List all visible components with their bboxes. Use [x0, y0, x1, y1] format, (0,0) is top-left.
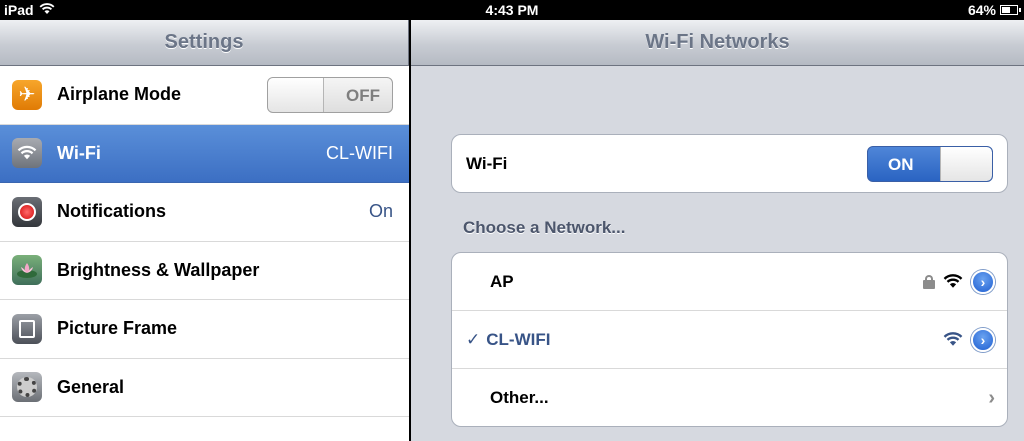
wifi-navbar: Wi-Fi Networks: [411, 20, 1024, 66]
airplane-icon: ✈: [12, 79, 42, 110]
network-name: AP: [490, 271, 514, 291]
status-bar: iPad 4:43 PM 64%: [0, 0, 1024, 20]
battery-icon: [1000, 5, 1021, 15]
wifi-label: Wi-Fi: [466, 153, 508, 173]
wifi-icon: [12, 138, 42, 169]
wifi-strength-icon: [943, 332, 963, 347]
settings-item-general[interactable]: General: [0, 359, 409, 417]
toggle-knob: [940, 146, 992, 181]
choose-network-header: Choose a Network...: [463, 218, 626, 237]
settings-item-label: Notifications: [57, 201, 167, 222]
wifi-networks-title: Wi-Fi Networks: [645, 31, 790, 53]
settings-item-label: Airplane Mode: [57, 84, 182, 105]
picture-frame-icon: [12, 313, 42, 344]
network-row-other[interactable]: Other... ›: [452, 369, 1007, 426]
battery-percent: 64%: [967, 2, 996, 18]
network-row-cl-wifi[interactable]: ✓ CL-WIFI ›: [452, 311, 1007, 369]
settings-item-label: Picture Frame: [57, 318, 178, 339]
settings-item-brightness[interactable]: Brightness & Wallpaper: [0, 242, 409, 300]
network-row-ap[interactable]: AP ›: [452, 253, 1007, 311]
network-name: CL-WIFI: [486, 329, 551, 349]
wifi-networks-panel: Wi-Fi Networks Wi-Fi ON Choose a Network…: [411, 20, 1024, 441]
settings-item-wifi[interactable]: Wi-Fi CL-WIFI: [0, 124, 409, 183]
settings-item-label: General: [57, 376, 125, 397]
settings-item-value: On: [368, 201, 393, 222]
settings-navbar: Settings: [0, 20, 409, 66]
checkmark-icon: ✓: [466, 329, 481, 349]
settings-item-airplane-mode[interactable]: ✈ Airplane Mode OFF: [0, 66, 409, 125]
chevron-right-icon: ›: [988, 386, 995, 409]
other-network-label: Other...: [490, 388, 549, 407]
network-list: AP › ✓ CL-WIFI › Other... ›: [451, 252, 1008, 427]
brightness-icon: [12, 255, 42, 286]
wifi-strength-icon: [943, 274, 963, 289]
settings-panel: Settings ✈ Airplane Mode OFF Wi-Fi CL-WI…: [0, 20, 409, 441]
settings-item-picture-frame[interactable]: Picture Frame: [0, 300, 409, 359]
toggle-knob: [268, 77, 324, 112]
detail-disclosure-button[interactable]: ›: [971, 269, 995, 294]
toggle-state: OFF: [346, 85, 380, 105]
gear-icon: [12, 372, 42, 403]
notifications-icon: [12, 196, 42, 227]
settings-item-label: Wi-Fi: [57, 142, 101, 163]
clock: 4:43 PM: [485, 2, 539, 18]
settings-item-value: CL-WIFI: [326, 142, 393, 163]
wifi-toggle[interactable]: ON: [867, 145, 993, 182]
detail-disclosure-button[interactable]: ›: [971, 327, 995, 352]
airplane-mode-toggle[interactable]: OFF: [267, 76, 393, 113]
wifi-toggle-group: Wi-Fi ON: [451, 134, 1008, 193]
settings-item-label: Brightness & Wallpaper: [57, 259, 260, 280]
wifi-toggle-row: Wi-Fi ON: [452, 135, 1007, 192]
lock-icon: [923, 274, 935, 289]
settings-item-notifications[interactable]: Notifications On: [0, 183, 409, 242]
battery-indicator: 64%: [967, 2, 1021, 18]
toggle-state: ON: [888, 154, 914, 174]
settings-title: Settings: [164, 31, 244, 53]
